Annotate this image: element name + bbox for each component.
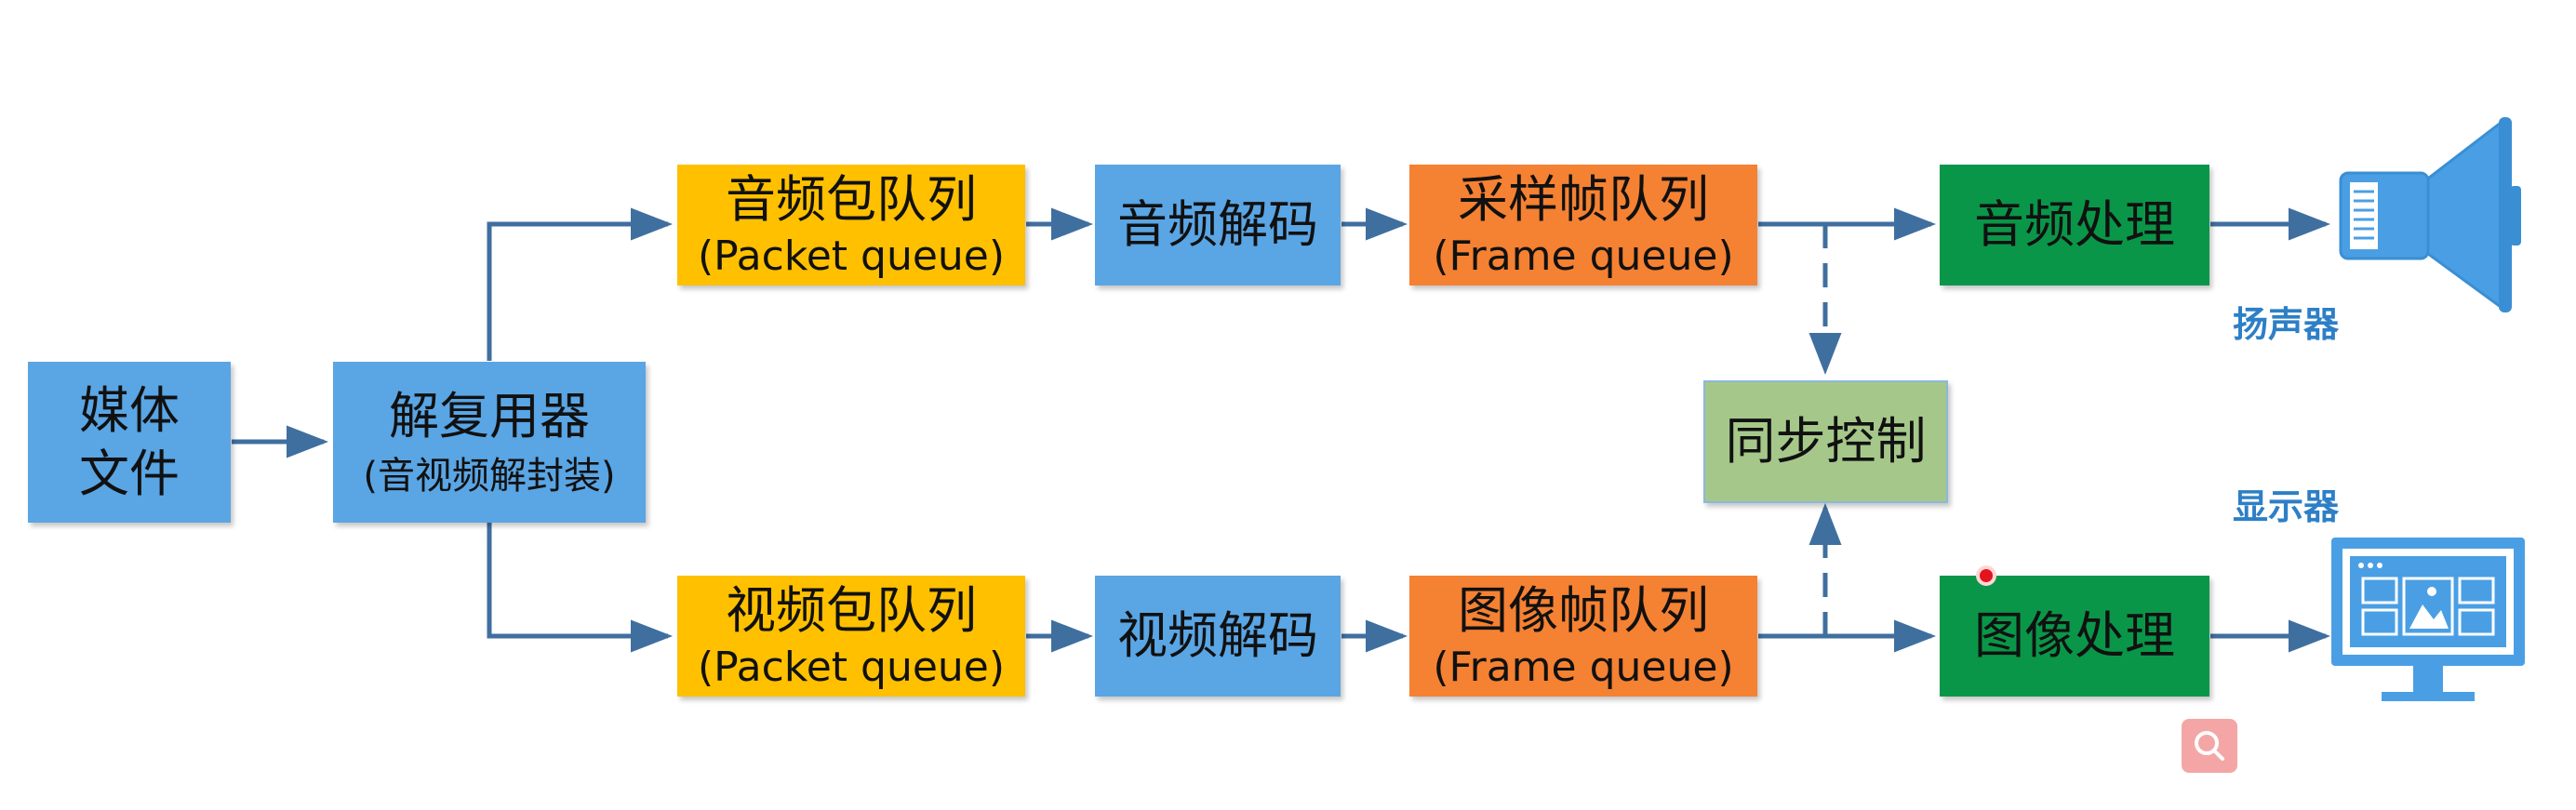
sync-control-title: 同步控制 [1725,412,1927,471]
arrow-demuxer-to-audio-queue [487,207,673,361]
sample-frame-queue-box: 采样帧队列 (Frame queue) [1409,165,1757,285]
audio-decode-title: 音频解码 [1117,195,1318,255]
search-icon [2195,731,2224,761]
display-label: 显示器 [2233,486,2340,527]
sample-frame-queue-title: 采样帧队列 [1458,169,1709,229]
media-file-label-line1: 媒体 [79,381,180,440]
arrow-demuxer-to-video-queue [487,523,673,653]
demuxer-box: 解复用器 (音视频解封装) [333,362,646,523]
speaker-icon [2339,117,2521,312]
audio-decode-box: 音频解码 [1095,165,1341,285]
video-packet-queue-box: 视频包队列 (Packet queue) [677,576,1025,697]
demuxer-subtitle: (音视频解封装) [363,455,616,498]
video-packet-queue-subtitle: (Packet queue) [697,644,1006,692]
media-file-box: 媒体 文件 [28,362,231,523]
audio-packet-queue-subtitle: (Packet queue) [697,232,1006,281]
video-decode-box: 视频解码 [1095,576,1341,697]
audio-processing-title: 音频处理 [1974,195,2175,255]
monitor-icon [2331,538,2525,701]
media-file-label-line2: 文件 [79,444,180,503]
image-frame-queue-box: 图像帧队列 (Frame queue) [1409,576,1757,697]
zoom-button[interactable] [2182,719,2237,773]
image-frame-queue-title: 图像帧队列 [1458,580,1709,640]
image-processing-title: 图像处理 [1974,606,2175,666]
audio-packet-queue-title: 音频包队列 [726,169,977,229]
demuxer-title: 解复用器 [389,386,590,445]
audio-packet-queue-box: 音频包队列 (Packet queue) [677,165,1025,285]
audio-processing-box: 音频处理 [1940,165,2209,285]
sample-frame-queue-subtitle: (Frame queue) [1433,232,1734,281]
video-packet-queue-title: 视频包队列 [726,580,977,640]
image-frame-queue-subtitle: (Frame queue) [1433,644,1734,692]
image-processing-box: 图像处理 [1940,576,2209,697]
speaker-label: 扬声器 [2233,304,2340,345]
video-decode-title: 视频解码 [1117,606,1318,666]
sync-control-box: 同步控制 [1703,380,1948,503]
pointer-cursor [1976,565,1996,586]
